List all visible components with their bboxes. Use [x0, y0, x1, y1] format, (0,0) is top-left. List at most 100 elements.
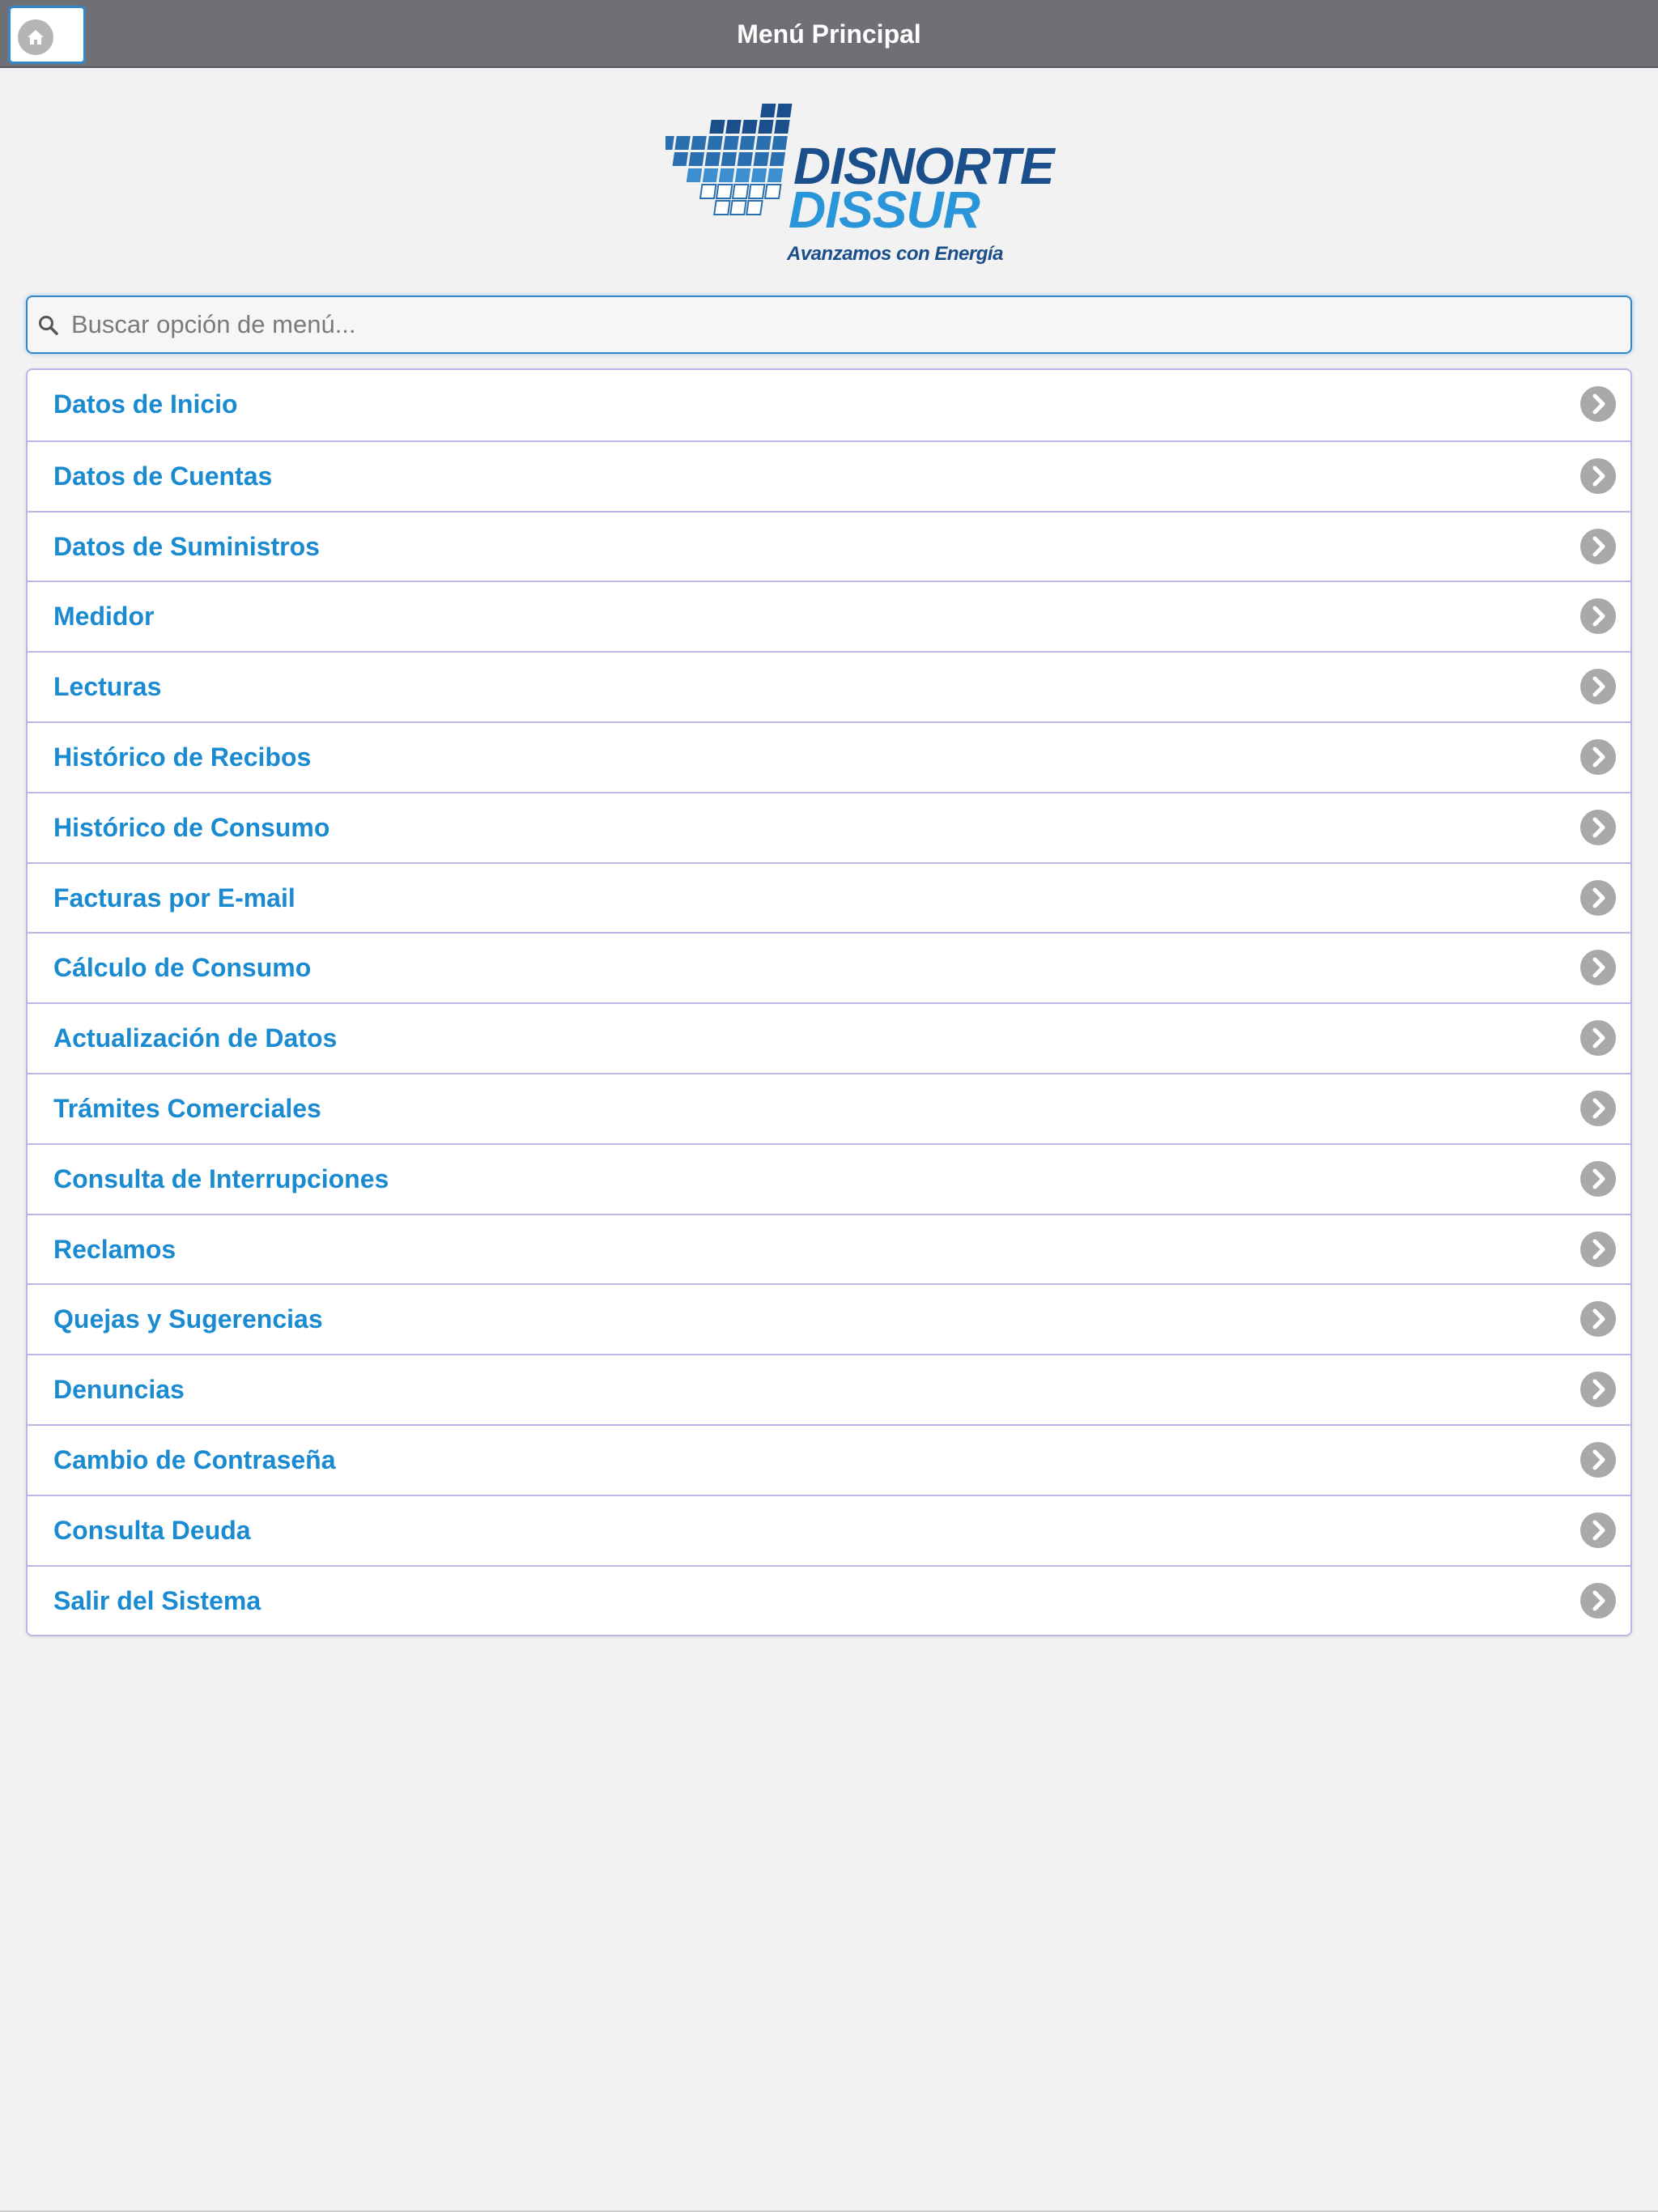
menu-item-label[interactable]: Histórico de Recibos: [53, 723, 311, 791]
menu-item-reclamos[interactable]: Reclamos: [28, 1213, 1630, 1284]
logo-tile: [699, 184, 717, 199]
header-bar: Menú Principal: [0, 0, 1658, 68]
chevron-right-icon: [1580, 738, 1616, 775]
menu-item-label[interactable]: Reclamos: [53, 1215, 176, 1283]
logo-tile: [709, 120, 725, 134]
logo-tile: [760, 104, 776, 117]
menu-item-datos-de-suministros[interactable]: Datos de Suministros: [28, 510, 1630, 581]
logo-tile: [737, 152, 754, 166]
menu-item-label[interactable]: Cálculo de Consumo: [53, 934, 311, 1002]
logo-tile: [731, 184, 750, 199]
menu-item-lecturas[interactable]: Lecturas: [28, 651, 1630, 721]
menu-item-datos-de-cuentas[interactable]: Datos de Cuentas: [28, 440, 1630, 511]
menu-item-label[interactable]: Salir del Sistema: [53, 1567, 261, 1635]
menu-item-consulta-de-interrupciones[interactable]: Consulta de Interrupciones: [28, 1142, 1630, 1214]
menu-item-denuncias[interactable]: Denuncias: [28, 1354, 1630, 1424]
menu-item-label[interactable]: Quejas y Sugerencias: [53, 1285, 323, 1353]
logo-tile: [739, 136, 755, 150]
logo-tile: [688, 152, 705, 166]
menu-item-label[interactable]: Histórico de Consumo: [53, 793, 329, 861]
logo-tile: [742, 120, 758, 134]
menu-item-datos-de-inicio[interactable]: Datos de Inicio: [28, 370, 1630, 440]
chevron-right-icon: [1580, 1441, 1616, 1478]
menu-item-label[interactable]: Lecturas: [53, 653, 161, 721]
logo-tile: [707, 136, 723, 150]
search-field[interactable]: [26, 296, 1632, 354]
logo-tile: [772, 136, 788, 150]
logo-tile: [715, 184, 733, 199]
menu-item-label[interactable]: Datos de Suministros: [53, 513, 320, 581]
menu-item-quejas-y-sugerencias[interactable]: Quejas y Sugerencias: [28, 1283, 1630, 1355]
chevron-right-icon: [1580, 1512, 1616, 1548]
menu-item-label[interactable]: Datos de Inicio: [53, 370, 238, 438]
menu-item-medidor[interactable]: Medidor: [28, 581, 1630, 652]
logo-tile: [746, 200, 763, 215]
chevron-right-icon: [1580, 1090, 1616, 1126]
chevron-right-icon: [1580, 1301, 1616, 1338]
chevron-right-icon: [1580, 528, 1616, 564]
logo-tile: [672, 152, 689, 166]
menu-item-tramites-comerciales[interactable]: Trámites Comerciales: [28, 1072, 1630, 1143]
menu-item-calculo-de-consumo[interactable]: Cálculo de Consumo: [28, 932, 1630, 1003]
company-logo: DISNORTE DISSUR Avanzamos con Energía: [665, 100, 1055, 270]
search-input[interactable]: [71, 297, 1609, 352]
logo-tile: [721, 152, 738, 166]
page-title: Menú Principal: [737, 19, 921, 49]
menu-item-label[interactable]: Cambio de Contraseña: [53, 1426, 336, 1494]
menu-item-label[interactable]: Medidor: [53, 582, 154, 650]
logo-tile: [758, 120, 774, 134]
menu-item-label[interactable]: Facturas por E-mail: [53, 864, 295, 932]
chevron-right-icon: [1580, 669, 1616, 705]
logo-tile: [750, 168, 767, 182]
logo-tile: [769, 152, 786, 166]
logo-tagline: Avanzamos con Energía: [787, 243, 1003, 265]
logo-tile: [763, 184, 782, 199]
logo-tile: [734, 168, 751, 182]
chevron-right-icon: [1580, 1372, 1616, 1408]
logo-grid-mark: [665, 104, 793, 215]
chevron-right-icon: [1580, 809, 1616, 845]
menu-item-label[interactable]: Consulta de Interrupciones: [53, 1145, 389, 1213]
logo-tile: [665, 136, 674, 150]
menu-item-actualizacion-de-datos[interactable]: Actualización de Datos: [28, 1002, 1630, 1073]
logo-tile: [723, 136, 739, 150]
chevron-right-icon: [1580, 950, 1616, 986]
menu-item-label[interactable]: Trámites Comerciales: [53, 1074, 321, 1142]
menu-item-cambio-de-contrasena[interactable]: Cambio de Contraseña: [28, 1423, 1630, 1495]
menu-item-label[interactable]: Denuncias: [53, 1355, 185, 1423]
logo-tile: [753, 152, 770, 166]
logo-tile: [718, 168, 735, 182]
menu-item-historico-de-recibos[interactable]: Histórico de Recibos: [28, 721, 1630, 792]
menu-item-label[interactable]: Datos de Cuentas: [53, 442, 272, 510]
chevron-right-icon: [1580, 1160, 1616, 1197]
logo-tile: [747, 184, 766, 199]
chevron-right-icon: [1580, 1582, 1616, 1619]
logo-tile: [767, 168, 784, 182]
logo-tile: [691, 136, 707, 150]
logo-tile: [774, 120, 790, 134]
logo-tile: [686, 168, 703, 182]
search-icon: [39, 316, 58, 335]
logo-text-dissur: DISSUR: [789, 181, 980, 239]
logo-tile: [702, 168, 719, 182]
menu-item-label[interactable]: Consulta Deuda: [53, 1496, 251, 1564]
logo-tile: [704, 152, 721, 166]
logo-tile: [755, 136, 772, 150]
chevron-right-icon: [1580, 386, 1616, 422]
logo-tile: [713, 200, 731, 215]
menu-item-historico-de-consumo[interactable]: Histórico de Consumo: [28, 791, 1630, 862]
menu-item-facturas-por-email[interactable]: Facturas por E-mail: [28, 861, 1630, 933]
logo-tile: [674, 136, 691, 150]
chevron-right-icon: [1580, 457, 1616, 494]
chevron-right-icon: [1580, 1020, 1616, 1057]
logo-tile: [776, 104, 793, 117]
main-menu-list: Datos de Inicio Datos de Cuentas Datos d…: [26, 368, 1632, 1637]
menu-item-label[interactable]: Actualización de Datos: [53, 1004, 337, 1072]
logo-tile: [725, 120, 742, 134]
chevron-right-icon: [1580, 598, 1616, 635]
chevron-right-icon: [1580, 1231, 1616, 1267]
chevron-right-icon: [1580, 879, 1616, 916]
menu-item-salir-del-sistema[interactable]: Salir del Sistema: [28, 1564, 1630, 1636]
logo-tile: [729, 200, 747, 215]
menu-item-consulta-deuda[interactable]: Consulta Deuda: [28, 1494, 1630, 1565]
